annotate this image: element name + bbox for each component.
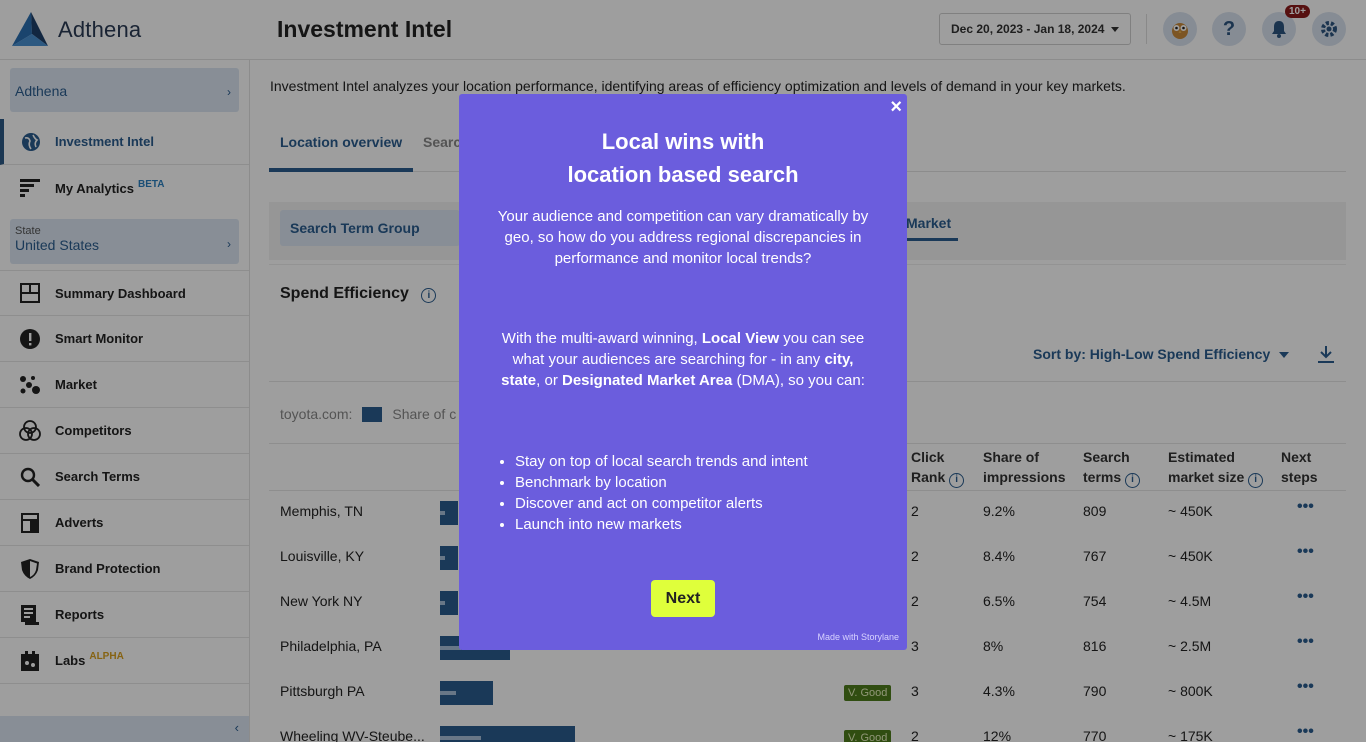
close-icon[interactable]: × <box>890 96 902 119</box>
text-run: , or <box>536 372 562 389</box>
next-button[interactable]: Next <box>651 580 715 617</box>
list-item: Stay on top of local search trends and i… <box>515 451 808 472</box>
text-run: (DMA), so you can: <box>732 372 865 389</box>
storylane-modal: × Local wins with location based search … <box>459 94 907 650</box>
text-run-bold: Local View <box>701 330 780 347</box>
modal-paragraph: Your audience and competition can vary d… <box>497 208 869 267</box>
modal-title-line: location based search <box>567 162 799 187</box>
modal-bullet-list: Stay on top of local search trends and i… <box>515 451 808 535</box>
list-item: Benchmark by location <box>515 472 808 493</box>
made-with-storylane[interactable]: Made with Storylane <box>817 632 899 642</box>
modal-paragraph: With the multi-award winning, Local View… <box>491 328 875 391</box>
text-run-bold: Designated Market Area <box>561 372 733 389</box>
list-item: Discover and act on competitor alerts <box>515 493 808 514</box>
text-run: With the multi-award winning, <box>501 330 702 347</box>
list-item: Launch into new markets <box>515 514 808 535</box>
modal-title: Local wins with location based search <box>459 125 907 191</box>
modal-title-line: Local wins with <box>601 129 765 154</box>
